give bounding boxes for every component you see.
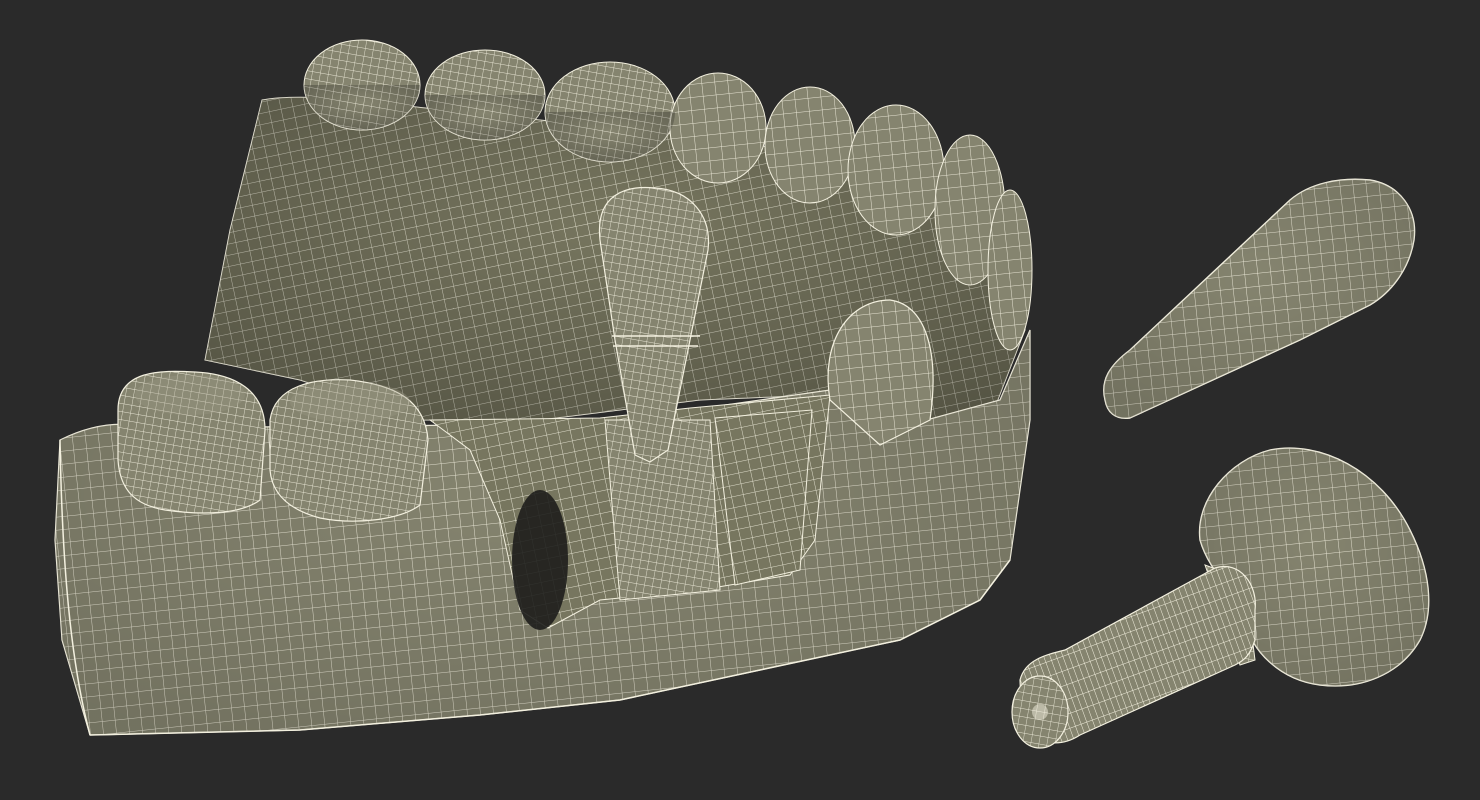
render-viewport [0,0,1480,800]
wireframe-render [54,39,1430,749]
dental-implant-screw [1011,447,1430,749]
tooth-root-crown [1103,178,1416,419]
lower-jaw-model [54,39,1033,736]
